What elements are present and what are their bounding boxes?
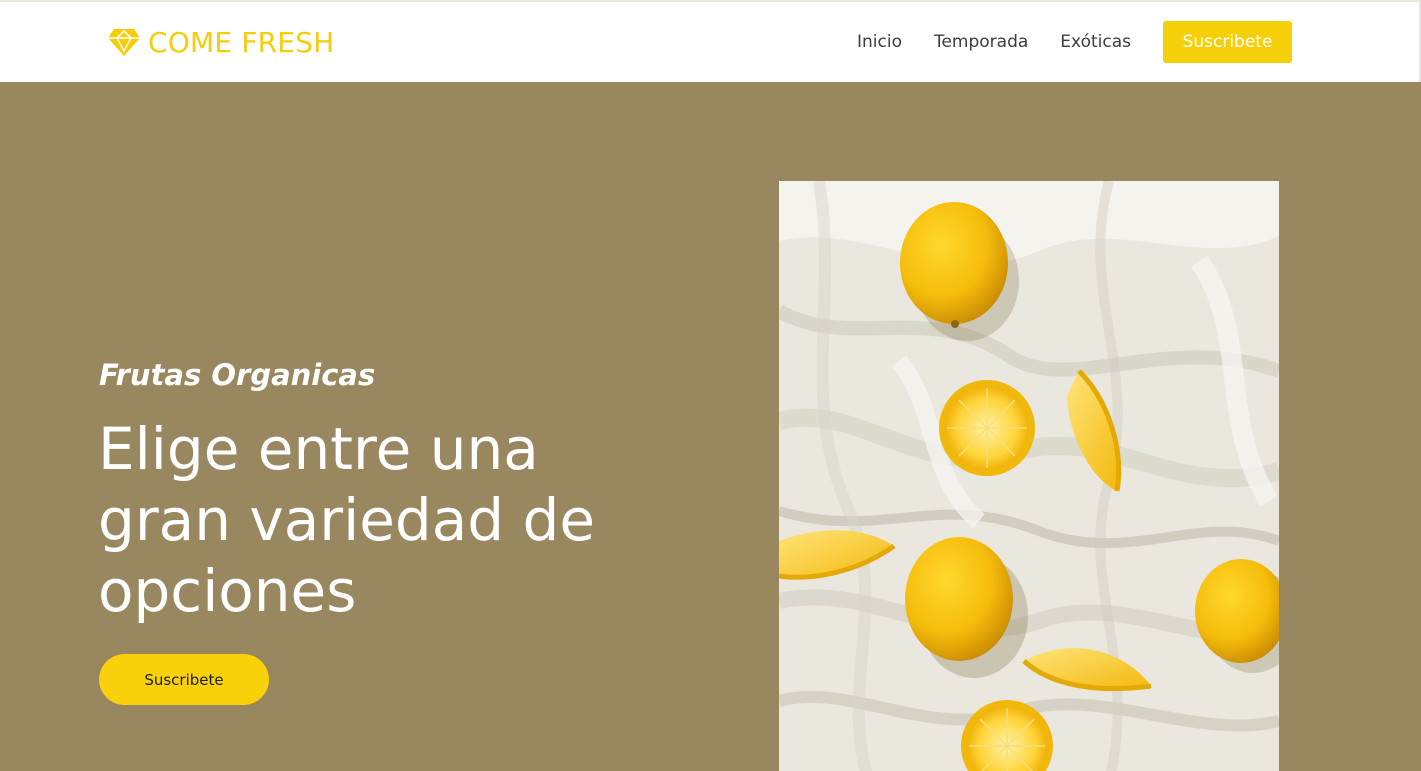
brand-logo[interactable]: COME FRESH	[108, 24, 334, 60]
hero-section: Frutas Organicas Elige entre una gran va…	[0, 82, 1421, 771]
hero-kicker: Frutas Organicas	[99, 358, 376, 392]
brand-name: COME FRESH	[148, 25, 335, 59]
lemons-photo	[779, 181, 1279, 771]
hero-headline: Elige entre una gran variedad de opcione…	[98, 415, 596, 625]
header-subscribe-button[interactable]: Suscribete	[1163, 21, 1292, 63]
nav-temporada[interactable]: Temporada	[934, 32, 1028, 52]
main-nav: Inicio Temporada Exóticas Suscribete	[857, 21, 1292, 63]
nav-exoticas[interactable]: Exóticas	[1060, 32, 1131, 52]
hero-subscribe-button[interactable]: Suscribete	[99, 654, 269, 705]
nav-inicio[interactable]: Inicio	[857, 32, 902, 52]
site-header: COME FRESH Inicio Temporada Exóticas Sus…	[0, 2, 1421, 82]
diamond-icon	[108, 29, 140, 56]
